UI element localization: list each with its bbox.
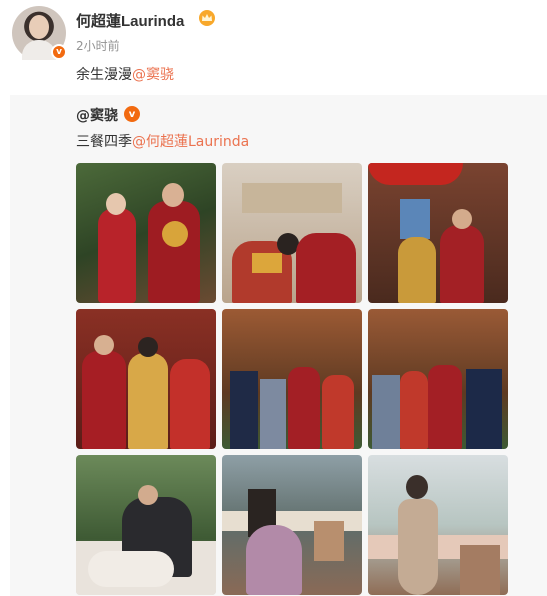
- verified-badge-icon: v: [124, 106, 140, 122]
- photo-8[interactable]: [222, 455, 362, 595]
- avatar[interactable]: v: [12, 6, 67, 60]
- mention-link[interactable]: @何超蓮Laurinda: [132, 134, 249, 150]
- photo-4[interactable]: [76, 309, 216, 449]
- post-header: v 何超蓮Laurinda 2小时前: [12, 6, 532, 60]
- repost-text: 三餐四季@何超蓮Laurinda: [76, 131, 249, 151]
- post-text-body: 余生漫漫: [76, 67, 132, 83]
- photo-6[interactable]: [368, 309, 508, 449]
- photo-5[interactable]: [222, 309, 362, 449]
- photo-grid: [76, 163, 508, 595]
- verified-badge-icon: v: [51, 44, 67, 60]
- crown-icon: [199, 10, 215, 26]
- username-link[interactable]: 何超蓮Laurinda: [76, 10, 184, 31]
- post-time[interactable]: 2小时前: [76, 37, 120, 54]
- photo-2[interactable]: [222, 163, 362, 303]
- post-text: 余生漫漫@窦骁: [76, 64, 174, 84]
- photo-1[interactable]: [76, 163, 216, 303]
- photo-9[interactable]: [368, 455, 508, 595]
- photo-3[interactable]: [368, 163, 508, 303]
- repost-text-body: 三餐四季: [76, 134, 132, 150]
- repost-author-link[interactable]: @窦骁: [76, 105, 118, 125]
- mention-link[interactable]: @窦骁: [132, 67, 174, 83]
- repost-card[interactable]: @窦骁 v 三餐四季@何超蓮Laurinda: [10, 95, 547, 596]
- photo-7[interactable]: [76, 455, 216, 595]
